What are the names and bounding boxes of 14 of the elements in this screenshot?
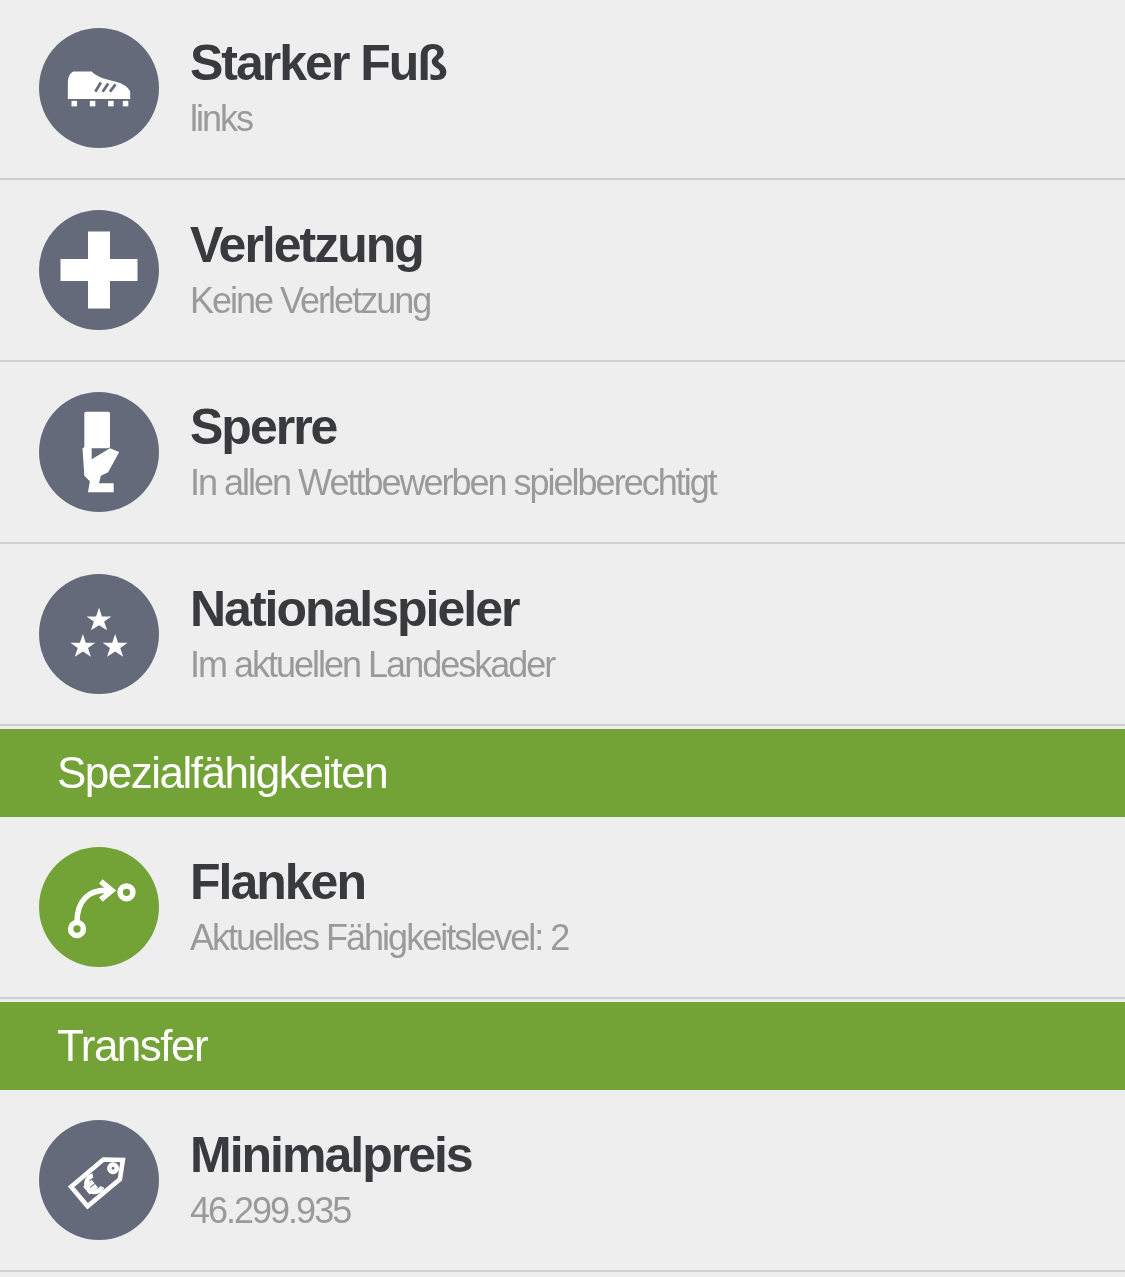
row-subtitle: links	[190, 97, 253, 141]
row-title: Minimalpreis	[190, 1126, 472, 1185]
row-title: Verletzung	[190, 216, 423, 275]
row-title: Nationalspieler	[190, 580, 519, 639]
row-subtitle: In allen Wettbewerben spielberechtigt	[190, 461, 716, 505]
row-subtitle: Aktuelles Fähigkeitslevel: 2	[190, 916, 569, 960]
row-title: Sperre	[190, 398, 337, 457]
section-title: Transfer	[57, 1021, 208, 1071]
row-title: Starker Fuß	[190, 34, 446, 93]
row-title: Flanken	[190, 853, 365, 912]
row-subtitle: Keine Verletzung	[190, 279, 431, 323]
section-title: Spezialfähigkeiten	[57, 748, 388, 798]
row-subtitle: Im aktuellen Landeskader	[190, 643, 555, 687]
row-subtitle: 46.299.935	[190, 1189, 351, 1233]
